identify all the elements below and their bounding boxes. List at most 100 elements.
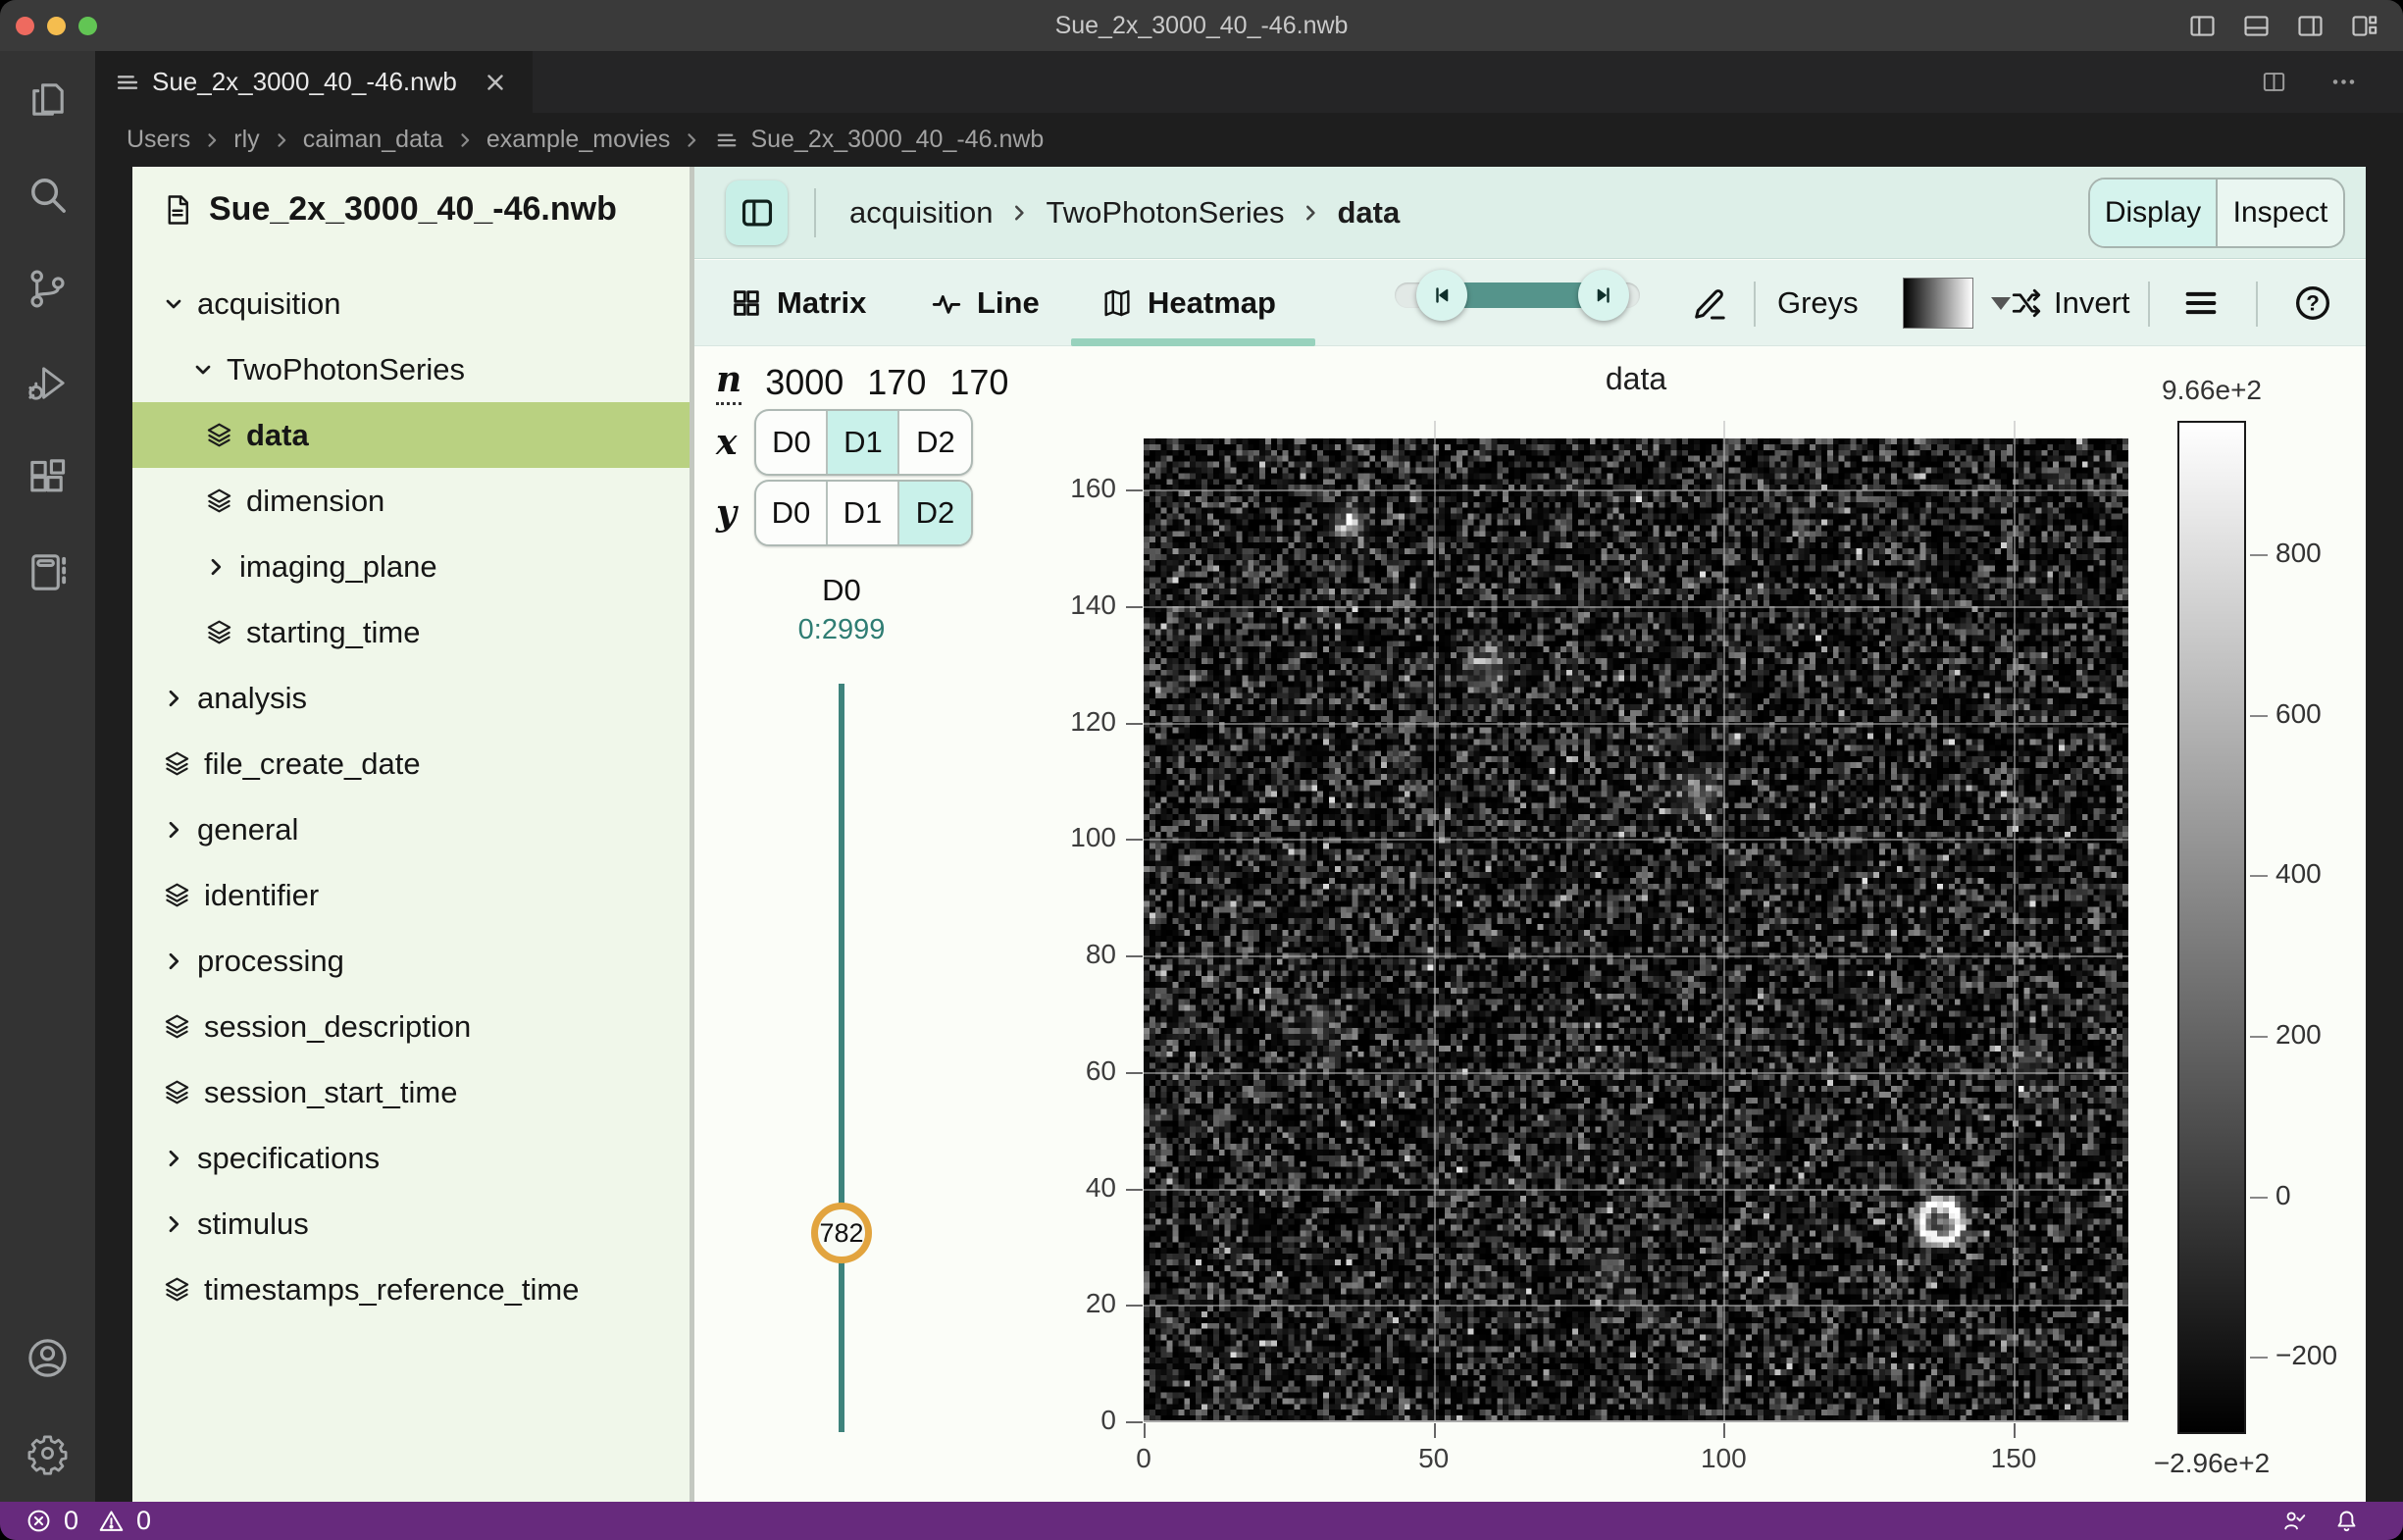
- tree-item-dimension[interactable]: dimension: [132, 468, 690, 534]
- shape-row: n 3000 170 170: [716, 359, 1008, 405]
- errors-icon[interactable]: [26, 1508, 52, 1534]
- colorbar-tick: [2250, 1036, 2268, 1038]
- skip-start-handle[interactable]: [1416, 270, 1467, 321]
- breadcrumb-item[interactable]: rly: [233, 126, 259, 154]
- breadcrumb-item[interactable]: Users: [127, 126, 190, 154]
- breadcrumb-item[interactable]: caiman_data: [303, 126, 443, 154]
- toggle-sidebar-icon[interactable]: [2187, 11, 2218, 41]
- frame-slider-handle[interactable]: 782: [811, 1203, 872, 1263]
- more-actions-icon[interactable]: [2329, 68, 2358, 96]
- display-button[interactable]: Display: [2090, 180, 2218, 246]
- account-icon[interactable]: [25, 1335, 71, 1381]
- chevron-right-icon: [162, 687, 185, 710]
- heatmap-image[interactable]: [1144, 438, 2128, 1421]
- explorer-icon[interactable]: [25, 77, 71, 123]
- notebook-view-icon[interactable]: [25, 549, 71, 595]
- tree-item-session_description[interactable]: session_description: [132, 994, 690, 1059]
- x-tick: [1434, 1423, 1436, 1438]
- colormap-label[interactable]: Greys: [1777, 260, 1859, 346]
- slider-range-label: 0:2999: [768, 614, 915, 646]
- chevron-down-icon[interactable]: [1991, 297, 2011, 310]
- source-control-icon[interactable]: [25, 266, 71, 312]
- header-separator: [814, 188, 816, 237]
- extensions-icon[interactable]: [25, 455, 71, 501]
- search-icon[interactable]: [25, 172, 71, 218]
- tree-item-general[interactable]: general: [132, 796, 690, 862]
- tree-item-specifications[interactable]: specifications: [132, 1125, 690, 1191]
- breadcrumb-file[interactable]: Sue_2x_3000_40_-46.nwb: [750, 126, 1044, 154]
- y-dim-d0-button[interactable]: D0: [756, 482, 828, 544]
- y-tick: [1126, 1421, 1143, 1423]
- customize-layout-icon[interactable]: [2349, 11, 2379, 41]
- menu-button[interactable]: [2173, 260, 2228, 346]
- skip-end-handle[interactable]: [1578, 270, 1629, 321]
- tree-item-identifier[interactable]: identifier: [132, 862, 690, 928]
- chevron-right-icon: [162, 950, 185, 973]
- y-tick: [1126, 839, 1143, 841]
- tree-item-starting_time[interactable]: starting_time: [132, 599, 690, 665]
- tab-label: Sue_2x_3000_40_-46.nwb: [152, 67, 457, 97]
- heatmap-content: n 3000 170 170 x D0D1D2 y D0D1D2 D0 0:29…: [694, 347, 2366, 1502]
- breadcrumb-acquisition[interactable]: acquisition: [849, 195, 993, 231]
- split-editor-icon[interactable]: [2260, 68, 2288, 96]
- gridline: [1723, 421, 1725, 1421]
- feedback-icon[interactable]: [2281, 1508, 2308, 1534]
- chevron-right-icon: [204, 555, 228, 579]
- sidebar-toggle-button[interactable]: [726, 180, 788, 245]
- tab-line[interactable]: Line: [930, 260, 1040, 346]
- inspect-button[interactable]: Inspect: [2218, 180, 2343, 246]
- y-tick-label: 60: [1008, 1055, 1116, 1087]
- y-dimension-selector: D0D1D2: [754, 480, 973, 546]
- tree-item-acquisition[interactable]: acquisition: [132, 271, 690, 336]
- error-count[interactable]: 0: [64, 1506, 78, 1536]
- x-dim-d0-button[interactable]: D0: [756, 411, 828, 474]
- notifications-bell-icon[interactable]: [2333, 1508, 2360, 1534]
- tree-item-file_create_date[interactable]: file_create_date: [132, 731, 690, 796]
- breadcrumb-twophotonseries[interactable]: TwoPhotonSeries: [1046, 195, 1284, 231]
- tree-item-processing[interactable]: processing: [132, 928, 690, 994]
- x-dim-d1-button[interactable]: D1: [828, 411, 899, 474]
- breadcrumb-item[interactable]: example_movies: [486, 126, 671, 154]
- y-tick-label: 40: [1008, 1172, 1116, 1204]
- y-dim-d2-button[interactable]: D2: [899, 482, 971, 544]
- invert-button[interactable]: Invert: [2009, 260, 2130, 346]
- skip-start-icon: [1430, 283, 1454, 307]
- tree-item-analysis[interactable]: analysis: [132, 665, 690, 731]
- close-tab-icon[interactable]: [483, 70, 508, 95]
- settings-gear-icon[interactable]: [25, 1430, 71, 1476]
- colorbar-tick-label: 200: [2275, 1019, 2322, 1051]
- dim0-size: 3000: [765, 362, 844, 403]
- chevron-down-icon: [191, 358, 215, 382]
- toggle-panel-icon[interactable]: [2241, 11, 2272, 41]
- tree-item-TwoPhotonSeries[interactable]: TwoPhotonSeries: [132, 336, 690, 402]
- tab-matrix[interactable]: Matrix: [730, 260, 866, 346]
- tree-item-label: analysis: [197, 681, 307, 716]
- toggle-secondary-sidebar-icon[interactable]: [2295, 11, 2326, 41]
- nwb-file-icon: [715, 128, 739, 152]
- warnings-icon[interactable]: [98, 1508, 125, 1534]
- frame-slider[interactable]: [839, 684, 844, 1432]
- pencil-icon: [1690, 283, 1729, 323]
- x-dim-d2-button[interactable]: D2: [899, 411, 971, 474]
- layers-icon: [162, 1077, 192, 1107]
- colorbar-tick: [2250, 1357, 2268, 1359]
- tab-heatmap[interactable]: Heatmap: [1100, 260, 1276, 346]
- tree-item-session_start_time[interactable]: session_start_time: [132, 1059, 690, 1125]
- tree-item-stimulus[interactable]: stimulus: [132, 1191, 690, 1257]
- editor-tab[interactable]: Sue_2x_3000_40_-46.nwb: [95, 51, 533, 113]
- help-button[interactable]: ?: [2285, 260, 2340, 346]
- tree-item-data[interactable]: data: [132, 402, 690, 468]
- tree-item-label: TwoPhotonSeries: [227, 352, 465, 387]
- tree-item-imaging_plane[interactable]: imaging_plane: [132, 534, 690, 599]
- run-debug-icon[interactable]: [25, 360, 71, 406]
- help-icon: ?: [2293, 283, 2332, 323]
- tree-item-timestamps_reference_time[interactable]: timestamps_reference_time: [132, 1257, 690, 1322]
- edit-button[interactable]: [1677, 260, 1742, 346]
- colormap-swatch[interactable]: [1903, 278, 1973, 329]
- y-tick-label: 80: [1008, 939, 1116, 970]
- warning-count[interactable]: 0: [136, 1506, 151, 1536]
- tree-item-label: stimulus: [197, 1206, 309, 1242]
- y-dim-d1-button[interactable]: D1: [828, 482, 899, 544]
- nwb-file-icon: [115, 70, 140, 95]
- colorbar-tick: [2250, 1197, 2268, 1199]
